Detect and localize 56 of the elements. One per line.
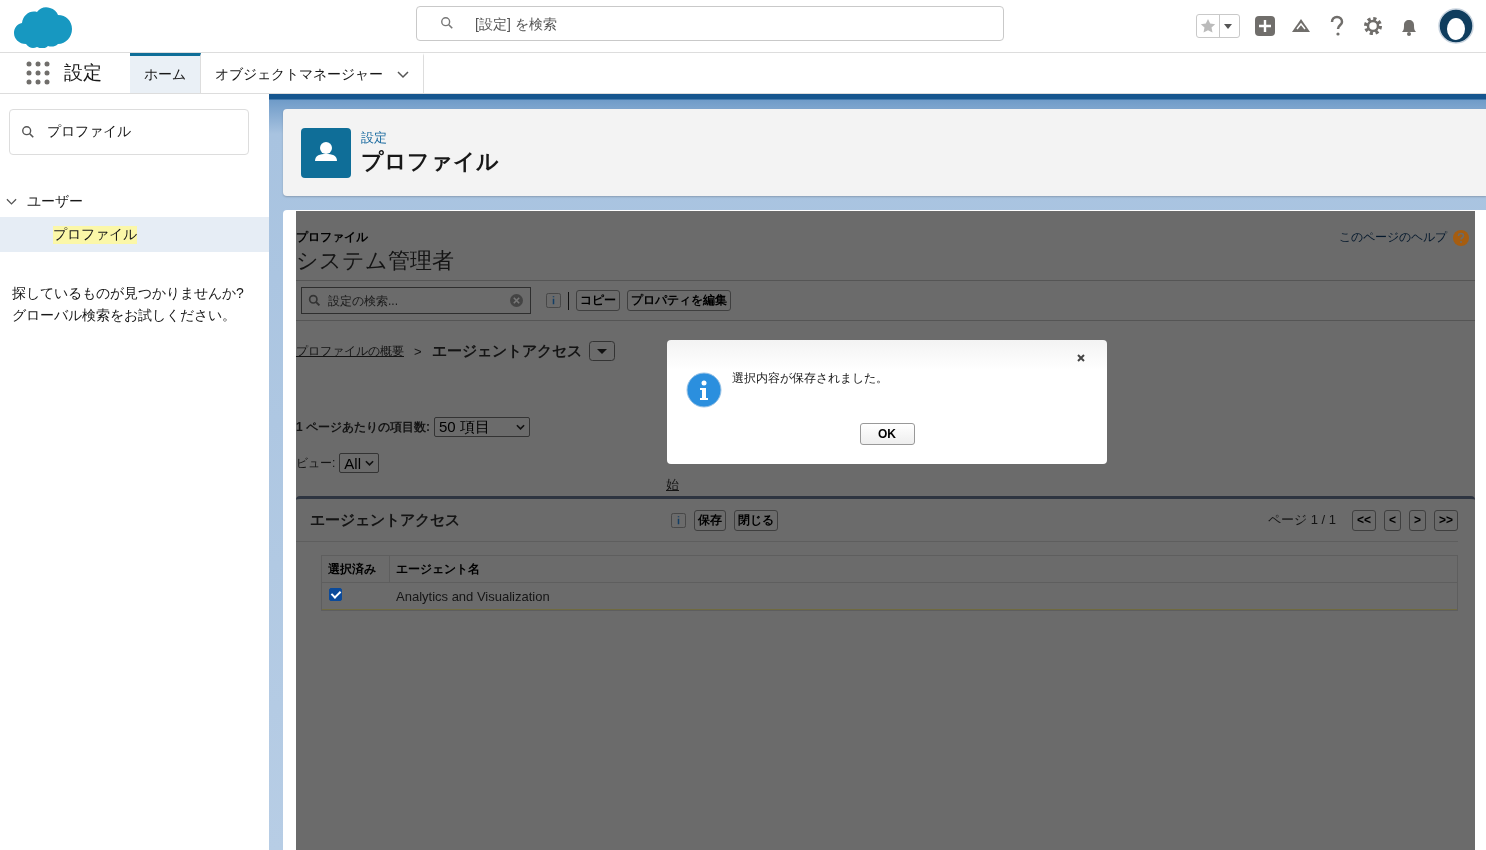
- search-field[interactable]: [設定] を検索: [416, 6, 1004, 41]
- section-button[interactable]: 保存: [694, 509, 726, 531]
- user-icon: [301, 127, 351, 178]
- pager-button[interactable]: >: [1408, 509, 1426, 531]
- help-text: 探しているものが見つかりませんか?: [12, 284, 245, 303]
- view-label: ビュー:: [296, 454, 336, 472]
- caret-icon: [516, 424, 525, 430]
- setup-search-field[interactable]: 設定の検索...: [301, 287, 531, 314]
- object-type: プロファイル: [296, 229, 369, 246]
- pager-button[interactable]: >>: [1434, 509, 1458, 531]
- caret-icon: [365, 460, 374, 466]
- breadcrumb-separator: >: [414, 343, 422, 359]
- settings-icon[interactable]: [1362, 15, 1384, 37]
- dialog-message: 選択内容が保存されました。: [732, 370, 888, 387]
- plus-icon[interactable]: [1254, 15, 1276, 37]
- table-cell-text: Analytics and Visualization: [395, 588, 550, 604]
- pager-button[interactable]: <<: [1351, 509, 1376, 531]
- chevron-icon: [397, 70, 409, 79]
- section-button[interactable]: 閉じる: [734, 509, 778, 531]
- app-launcher-icon[interactable]: [26, 61, 50, 85]
- app-name: 設定: [64, 61, 102, 85]
- per-page-label: 1 ページあたりの項目数:: [296, 418, 430, 436]
- pager-button[interactable]: <: [1383, 509, 1401, 531]
- column-header: 選択済み: [322, 556, 390, 582]
- section-title: エージェントアクセス: [310, 510, 461, 530]
- help-link[interactable]: このページのヘルプ: [1339, 229, 1447, 246]
- tree-item[interactable]: プロファイル: [0, 217, 269, 252]
- close-icon[interactable]: [1075, 352, 1087, 364]
- column-header: エージェント名: [395, 560, 480, 578]
- star-icon: [1200, 18, 1216, 34]
- dropdown-button[interactable]: [588, 341, 615, 361]
- help-icon: [1453, 229, 1469, 246]
- search-icon: [308, 294, 321, 307]
- per-page-select[interactable]: 50 項目: [434, 417, 530, 437]
- breadcrumb: 設定: [361, 128, 388, 147]
- toolbar-button[interactable]: プロパティを編集: [627, 290, 731, 311]
- toolbar-button[interactable]: コピー: [576, 290, 620, 311]
- page-info: ページ 1 / 1: [1268, 511, 1336, 529]
- page-title: プロファイル: [361, 147, 499, 176]
- view-select[interactable]: All: [339, 453, 379, 473]
- help-text: グローバル検索をお試しください。: [12, 306, 237, 325]
- search-icon: [440, 16, 454, 30]
- ok-button[interactable]: OK: [859, 423, 915, 445]
- search-icon: [21, 125, 35, 139]
- partial-link[interactable]: 始: [666, 477, 679, 492]
- avatar-icon[interactable]: [1438, 8, 1474, 44]
- nav-tab[interactable]: ホーム: [130, 53, 201, 93]
- search-field[interactable]: プロファイル: [9, 109, 249, 155]
- breadcrumb-link[interactable]: プロファイルの概要: [296, 342, 404, 360]
- info-icon: [686, 372, 722, 408]
- breadcrumb-current: エージェントアクセス: [431, 341, 582, 361]
- tree-item[interactable]: ユーザー: [0, 187, 269, 217]
- chevron-icon: [6, 198, 17, 206]
- record-title: システム管理者: [296, 247, 454, 275]
- nav-tab[interactable]: オブジェクトマネージャー: [201, 53, 424, 93]
- checkbox[interactable]: [329, 588, 342, 601]
